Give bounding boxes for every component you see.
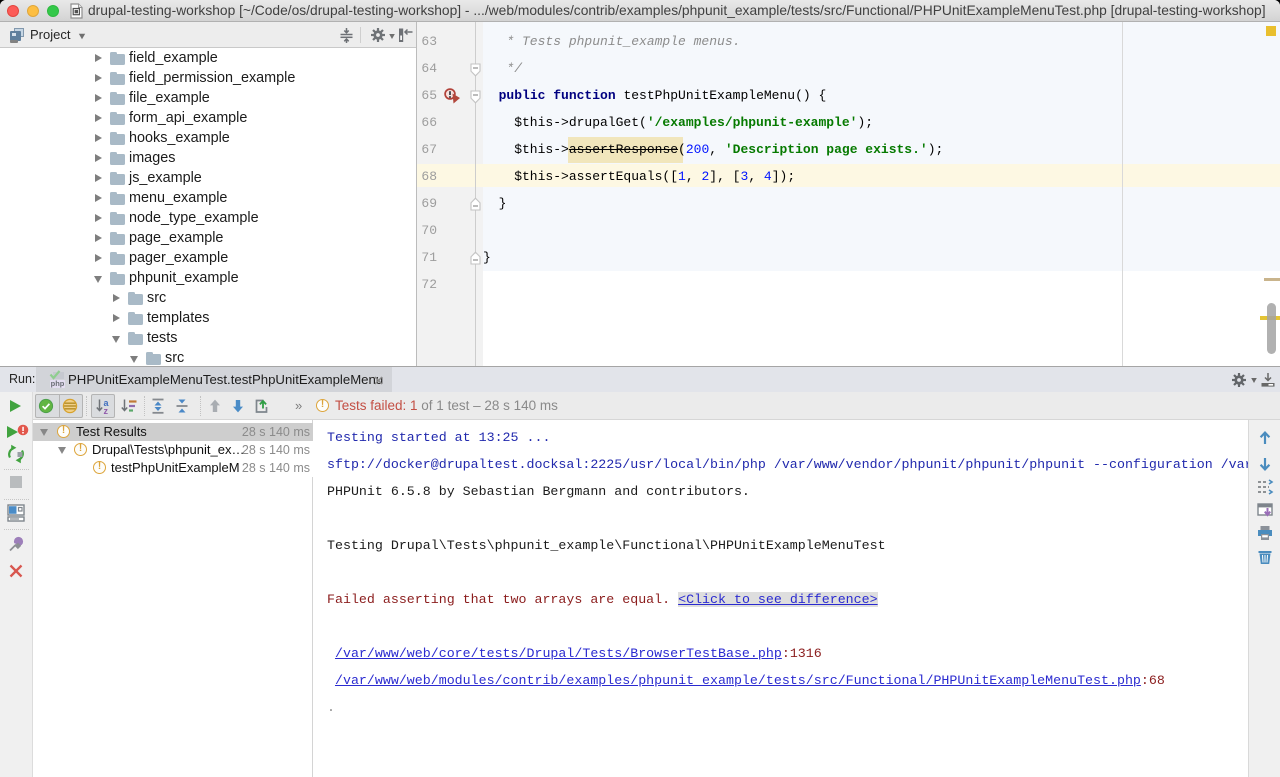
svg-text:z: z: [104, 406, 109, 414]
